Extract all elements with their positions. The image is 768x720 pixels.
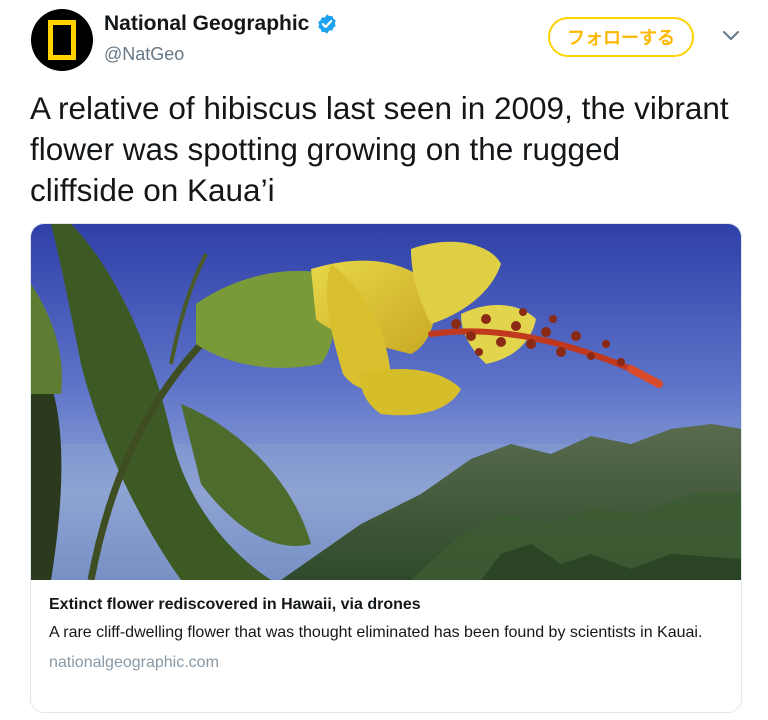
verified-badge-icon [318,14,337,34]
account-handle[interactable]: @NatGeo [104,44,184,65]
link-card[interactable]: Extinct flower rediscovered in Hawaii, v… [30,223,742,713]
card-domain: nationalgeographic.com [49,654,219,671]
avatar[interactable] [31,9,93,71]
card-description: A rare cliff-dwelling flower that was th… [49,624,703,641]
natgeo-logo-icon [48,20,76,60]
follow-button[interactable]: フォローする [548,17,694,57]
account-name-row[interactable]: National Geographic [104,12,338,36]
card-body[interactable]: Extinct flower rediscovered in Hawaii, v… [49,596,729,672]
tweet-text: A relative of hibiscus last seen in 2009… [30,90,729,208]
display-name[interactable]: National Geographic [104,12,309,36]
chevron-down-icon[interactable] [722,30,740,42]
card-title[interactable]: Extinct flower rediscovered in Hawaii, v… [49,596,729,614]
card-image[interactable] [31,224,742,580]
